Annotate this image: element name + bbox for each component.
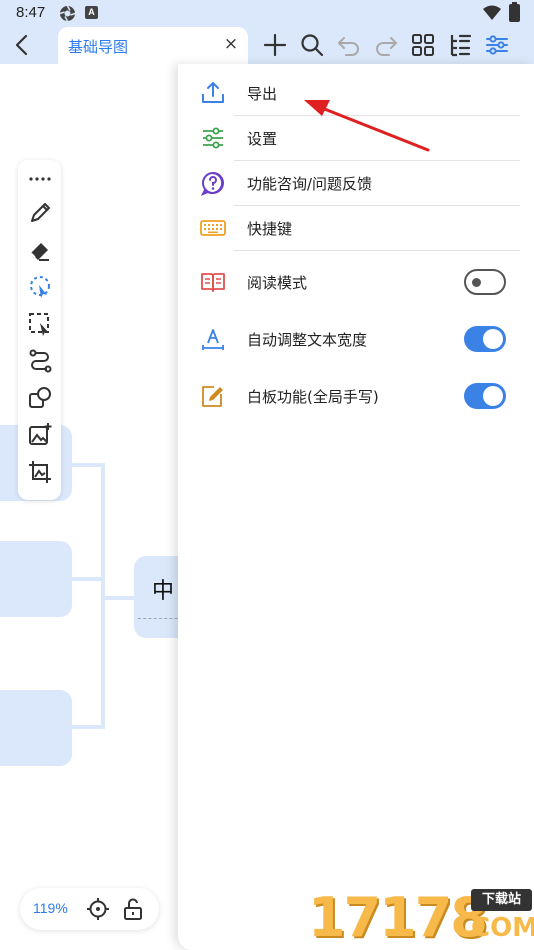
lasso-select-icon[interactable] [27,274,53,300]
mindmap-node[interactable] [0,541,72,617]
export-icon [202,82,224,103]
connector-line [70,725,104,729]
aperture-icon [59,5,76,22]
whiteboard-pen-icon [202,386,223,407]
top-toolbar: 基础导图 × [0,26,534,64]
zoom-level[interactable]: 119% [33,900,68,916]
locate-center-icon[interactable] [86,897,110,921]
connector-line [70,463,104,467]
book-icon [201,273,225,292]
wifi-icon [483,5,501,20]
menu-shortcuts[interactable]: 快捷键 [178,206,534,250]
toggle-row-auto-text-width: 自动调整文本宽度 [178,317,534,361]
whiteboard-toggle[interactable] [464,383,506,409]
undo-icon[interactable] [336,32,362,58]
connector-line [70,577,104,581]
toggle-knob [483,386,503,406]
battery-icon [509,2,520,22]
toggle-label: 阅读模式 [247,274,308,292]
menu-label: 功能咨询/问题反馈 [247,175,373,193]
menu-label: 快捷键 [247,220,293,238]
drawing-toolbox [18,160,61,500]
center-node-label: 中 [152,579,175,604]
reading-mode-toggle[interactable] [464,269,506,295]
document-tab[interactable]: 基础导图 × [58,27,248,64]
toggle-knob [472,278,481,287]
mindmap-node[interactable] [0,690,72,766]
toggle-knob [483,329,503,349]
shapes-icon[interactable] [27,385,53,411]
sliders-icon[interactable] [484,32,510,58]
grid-icon[interactable] [410,32,436,58]
redo-icon[interactable] [373,32,399,58]
zoom-controls: 119% [20,888,159,930]
toggle-row-reading-mode: 阅读模式 [178,260,534,304]
crop-image-icon[interactable] [27,459,53,485]
more-dots-icon[interactable] [27,166,53,192]
watermark-number: 17178 [308,886,488,949]
app-notification-icon: A [85,6,98,19]
search-icon[interactable] [299,32,325,58]
toggle-row-whiteboard: 白板功能(全局手写) [178,374,534,418]
eraser-icon[interactable] [27,237,53,263]
status-bar: 8:47 A [0,0,534,26]
text-width-icon [202,329,224,350]
menu-label: 设置 [247,130,278,148]
status-time: 8:47 [16,4,46,21]
watermark-badge: 下载站 [471,889,532,911]
connector-route-icon[interactable] [27,348,53,374]
menu-label: 导出 [247,85,278,103]
toggle-label: 白板功能(全局手写) [247,388,379,406]
add-image-icon[interactable] [27,422,53,448]
watermark-logo: 17178 下载站 COM [308,887,534,950]
outline-icon[interactable] [447,32,473,58]
help-icon [200,172,224,196]
pen-icon[interactable] [27,200,53,226]
keyboard-icon [200,220,226,236]
settings-panel: 导出 设置 功能咨询/问题反馈 快捷键 阅读模式 自动调整文本宽度 白板功能(全… [178,64,534,950]
toggle-label: 自动调整文本宽度 [247,331,368,349]
settings-sliders-icon [203,127,223,149]
tab-title: 基础导图 [68,38,129,56]
menu-feedback[interactable]: 功能咨询/问题反馈 [178,161,534,205]
watermark-suffix: COM [471,913,534,943]
connector-line [104,596,136,600]
close-tab-icon[interactable]: × [222,35,240,53]
add-icon[interactable] [262,32,288,58]
divider [234,250,520,251]
back-arrow-icon[interactable] [8,30,36,60]
unlock-icon[interactable] [121,897,145,921]
annotation-arrow [304,100,430,152]
auto-text-width-toggle[interactable] [464,326,506,352]
box-select-icon[interactable] [27,311,53,337]
